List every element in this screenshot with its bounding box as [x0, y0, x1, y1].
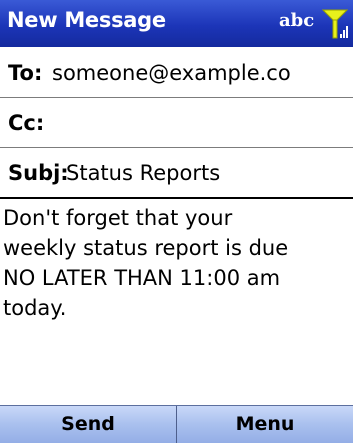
body-line: NO LATER THAN 11:00 am: [3, 266, 281, 290]
new-message-screen: New Message abc To: someone@example.co C…: [0, 0, 353, 443]
body-line: Don't forget that your: [3, 206, 233, 230]
cc-field[interactable]: Cc:: [0, 98, 353, 148]
subject-label: Subj:: [8, 161, 69, 185]
input-mode-indicator[interactable]: abc: [279, 10, 314, 31]
title-bar: New Message abc: [0, 0, 353, 47]
to-value[interactable]: someone@example.co: [52, 61, 291, 85]
signal-strength-icon: [322, 9, 348, 39]
window-title: New Message: [7, 8, 166, 32]
cc-label: Cc:: [8, 111, 45, 135]
to-label: To:: [8, 61, 43, 85]
softkey-bar: Send Menu: [0, 405, 353, 443]
to-field[interactable]: To: someone@example.co: [0, 48, 353, 98]
body-line: weekly status report is due: [3, 236, 289, 260]
message-body[interactable]: Don't forget that your weekly status rep…: [0, 199, 353, 405]
subject-value[interactable]: Status Reports: [66, 161, 220, 185]
body-line: today.: [3, 296, 67, 320]
menu-button[interactable]: Menu: [177, 406, 353, 443]
subject-field[interactable]: Subj: Status Reports: [0, 148, 353, 199]
send-button[interactable]: Send: [0, 406, 176, 443]
